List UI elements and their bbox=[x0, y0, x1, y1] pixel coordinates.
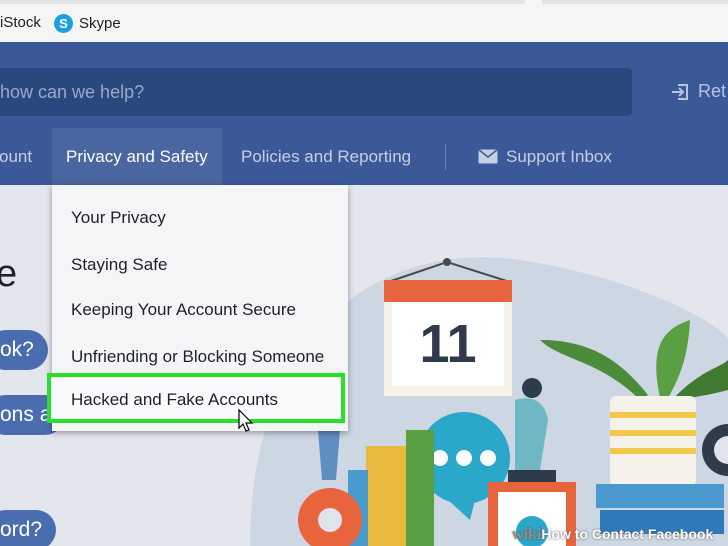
help-center-header: how can we help? Ret ount Privacy and Sa… bbox=[0, 42, 728, 185]
tab-account[interactable]: ount bbox=[0, 128, 32, 185]
tab-policies-label: Policies and Reporting bbox=[241, 147, 412, 166]
bookmark-istock[interactable]: iStock bbox=[0, 14, 41, 31]
tab-account-label: ount bbox=[0, 147, 33, 166]
bookmark-label: iStock bbox=[0, 14, 41, 31]
bookmarks-bar: iStock S Skype bbox=[0, 0, 728, 43]
tab-strip-right bbox=[542, 0, 728, 4]
bookmark-label: Skype bbox=[79, 15, 121, 32]
tab-inbox-label: Support Inbox bbox=[506, 147, 612, 166]
menu-item-staying-safe[interactable]: Staying Safe bbox=[71, 255, 167, 275]
wikihow-watermark: wikiHow to Contact Facebook bbox=[512, 526, 713, 544]
watermark-title: How to Contact Facebook bbox=[541, 526, 714, 542]
privacy-dropdown-menu: Your Privacy Staying Safe Keeping Your A… bbox=[47, 185, 348, 431]
calendar-number: 11 bbox=[419, 314, 476, 374]
envelope-icon bbox=[478, 149, 498, 164]
search-placeholder: how can we help? bbox=[0, 82, 145, 102]
login-icon bbox=[672, 83, 688, 100]
bookmark-skype[interactable]: S Skype bbox=[54, 14, 121, 33]
tab-privacy-label: Privacy and Safety bbox=[66, 147, 208, 166]
nav-divider bbox=[445, 144, 446, 170]
menu-item-label: Hacked and Fake Accounts bbox=[71, 390, 278, 409]
skype-icon: S bbox=[54, 14, 73, 33]
menu-item-keeping-account-secure[interactable]: Keeping Your Account Secure bbox=[71, 300, 296, 320]
login-label: Ret bbox=[698, 81, 727, 101]
menu-item-hacked-and-fake-accounts[interactable]: Hacked and Fake Accounts bbox=[47, 373, 345, 423]
search-input[interactable]: how can we help? bbox=[0, 68, 632, 116]
menu-item-unfriending-blocking[interactable]: Unfriending or Blocking Someone bbox=[71, 347, 324, 367]
tab-privacy-and-safety[interactable]: Privacy and Safety bbox=[52, 128, 222, 185]
mouse-cursor-icon bbox=[238, 409, 254, 432]
login-link[interactable]: Ret bbox=[670, 81, 726, 102]
menu-item-your-privacy[interactable]: Your Privacy bbox=[71, 208, 166, 228]
watermark-brand: wiki bbox=[512, 526, 542, 543]
tab-policies-and-reporting[interactable]: Policies and Reporting bbox=[241, 128, 411, 185]
tab-strip bbox=[0, 0, 525, 4]
tab-support-inbox[interactable]: Support Inbox bbox=[478, 128, 612, 185]
